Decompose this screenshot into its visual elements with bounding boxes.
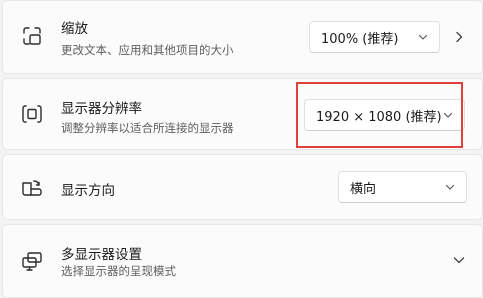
orientation-icon	[20, 176, 44, 200]
highlight-box	[296, 82, 463, 148]
orientation-dropdown[interactable]: 横向	[338, 171, 467, 203]
multi-display-icon	[20, 249, 44, 273]
scale-title: 缩放	[61, 21, 88, 37]
scale-subtitle: 更改文本、应用和其他项目的大小	[61, 43, 234, 57]
orientation-setting-card: 显示方向 横向	[2, 154, 483, 220]
chevron-right-icon[interactable]	[452, 30, 466, 44]
orientation-title: 显示方向	[61, 183, 115, 199]
multi-display-title: 多显示器设置	[61, 247, 142, 263]
chevron-down-icon[interactable]	[452, 253, 466, 267]
scale-dropdown[interactable]: 100% (推荐)	[309, 21, 440, 53]
chevron-down-icon	[417, 31, 429, 43]
scale-setting-card: 缩放 更改文本、应用和其他项目的大小 100% (推荐)	[2, 0, 483, 74]
chevron-down-icon	[444, 181, 456, 193]
resolution-icon	[20, 102, 44, 126]
orientation-dropdown-value: 横向	[350, 181, 377, 197]
resolution-subtitle: 调整分辨率以适合所连接的显示器	[61, 121, 234, 135]
resolution-title: 显示器分辨率	[61, 101, 142, 117]
zoom-frame-icon	[20, 24, 44, 48]
multi-display-subtitle: 选择显示器的呈现模式	[61, 264, 176, 278]
scale-dropdown-value: 100% (推荐)	[321, 31, 399, 47]
multi-display-setting-card[interactable]: 多显示器设置 选择显示器的呈现模式	[2, 224, 483, 298]
